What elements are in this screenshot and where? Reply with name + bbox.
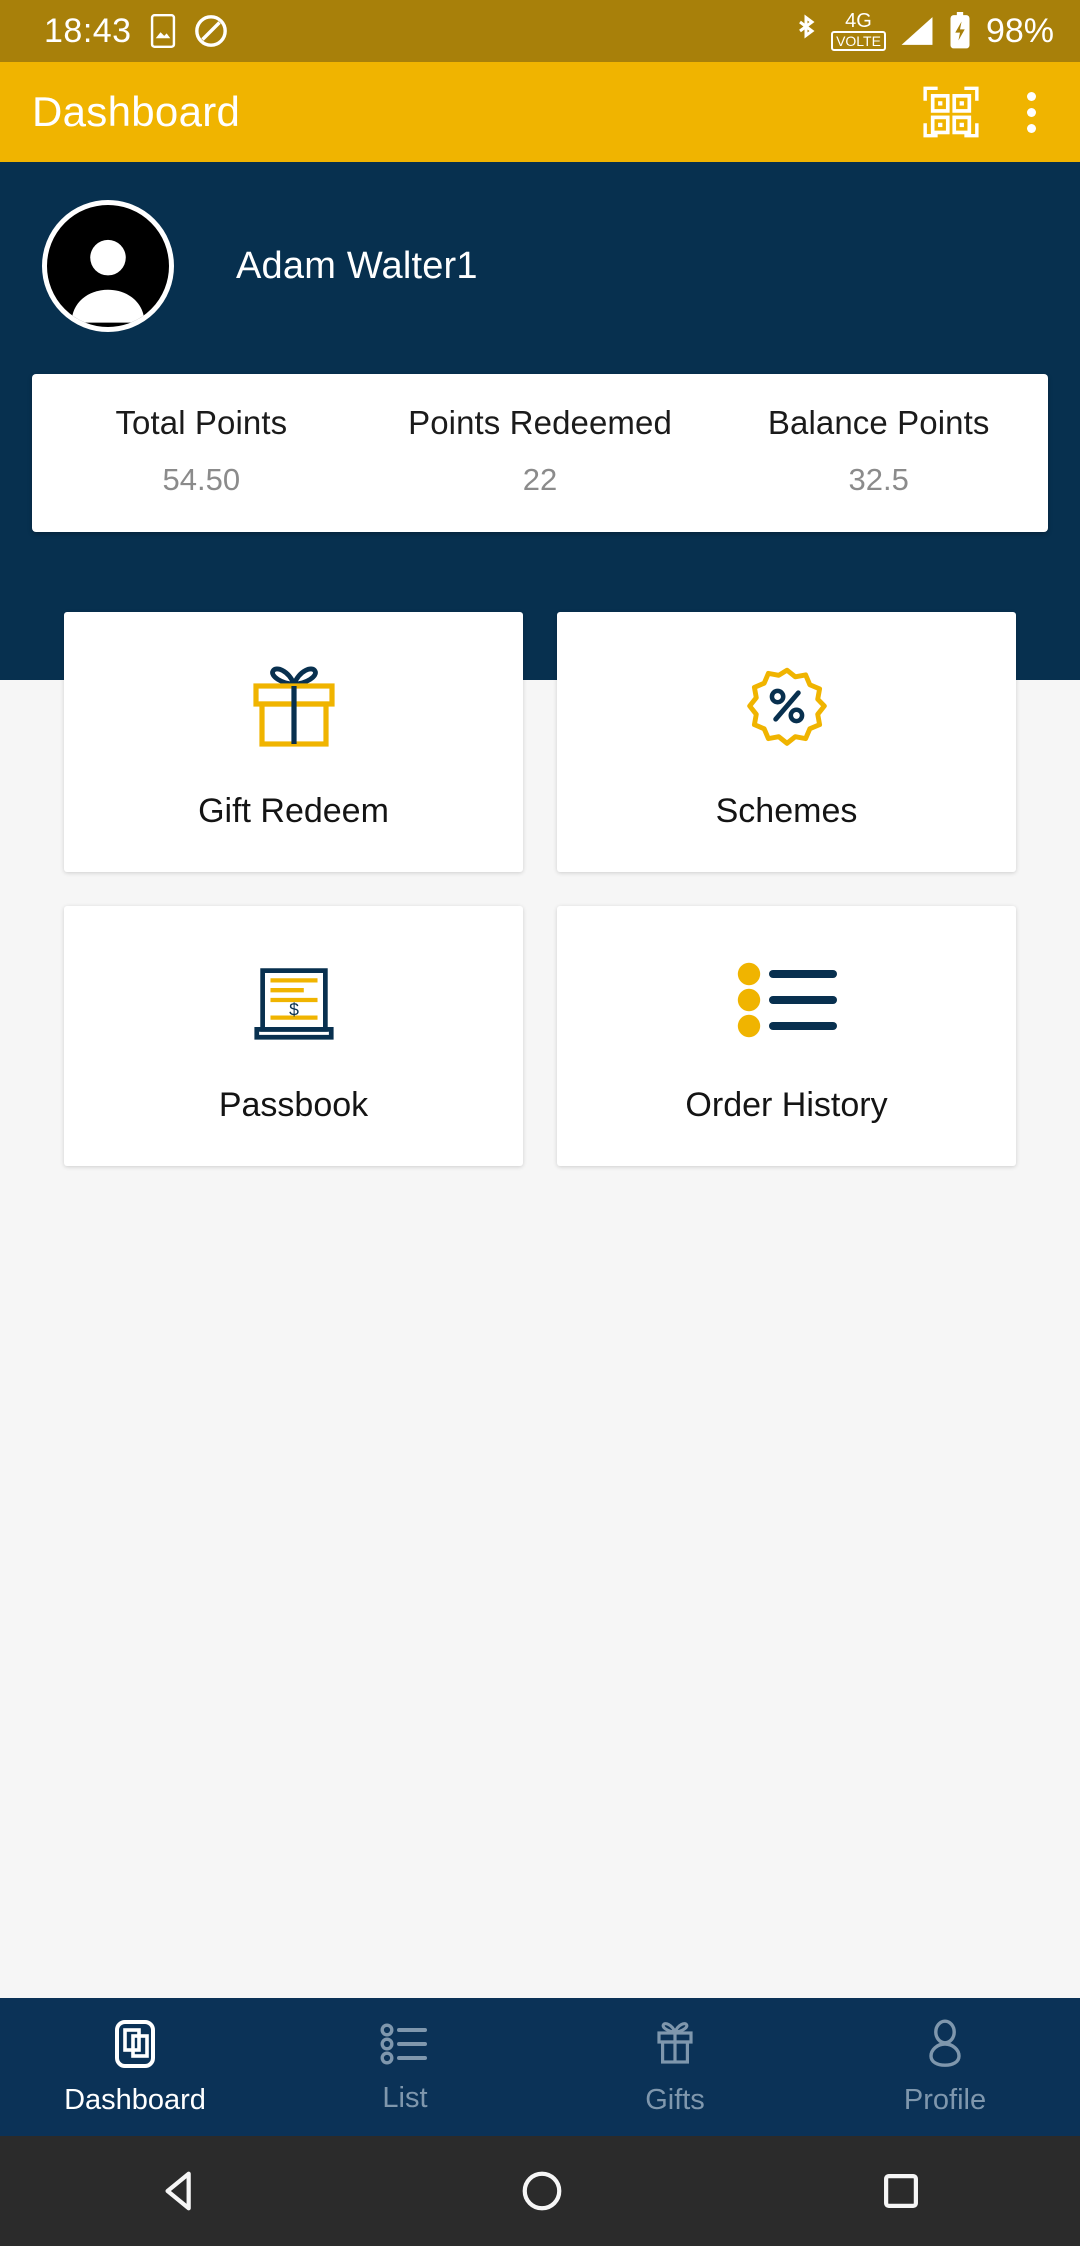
bottom-nav-item-list[interactable]: List: [270, 2020, 540, 2115]
more-vertical-icon[interactable]: [1013, 84, 1050, 141]
tile-grid: Gift Redeem Schemes $ Passbook Order His…: [0, 612, 1080, 1166]
stat-value: 54.50: [162, 462, 241, 497]
tile-label: Schemes: [715, 791, 858, 830]
bottom-nav-label: List: [382, 2081, 428, 2114]
user-avatar-icon: [71, 239, 145, 323]
main-content: Gift Redeem Schemes $ Passbook Order His…: [0, 612, 1080, 1166]
dashboard-icon: [109, 2018, 161, 2070]
tile-gift-redeem[interactable]: Gift Redeem: [64, 612, 523, 872]
profile-row: Adam Walter1: [0, 162, 1080, 332]
bottom-nav-label: Dashboard: [64, 2083, 206, 2116]
bottom-nav-item-profile[interactable]: Profile: [810, 2018, 1080, 2117]
status-bar-clock: 18:43: [44, 11, 132, 50]
page-title: Dashboard: [32, 88, 241, 135]
battery-percent-label: 98%: [985, 11, 1054, 50]
stat-total-points: Total Points 54.50: [32, 404, 371, 498]
square-recents-icon[interactable]: [880, 2170, 922, 2212]
svg-text:$: $: [289, 999, 299, 1019]
order-list-icon: [733, 948, 841, 1052]
tile-label: Order History: [685, 1085, 888, 1124]
status-bar-right: 4G VOLTE 98%: [793, 11, 1054, 51]
bottom-nav-item-gifts[interactable]: Gifts: [540, 2018, 810, 2117]
stat-value: 32.5: [848, 462, 909, 497]
tile-label: Passbook: [218, 1085, 369, 1124]
bluetooth-icon: [793, 13, 819, 49]
bottom-nav-label: Profile: [903, 2083, 987, 2116]
tile-grid-wrapper: Gift Redeem Schemes $ Passbook Order His…: [0, 612, 1080, 1166]
stat-label: Points Redeemed: [408, 404, 672, 441]
user-name: Adam Walter1: [236, 244, 478, 287]
bottom-nav-item-dashboard[interactable]: Dashboard: [0, 2018, 270, 2117]
stat-balance-points: Balance Points 32.5: [709, 404, 1048, 498]
volte-label-bottom: VOLTE: [831, 31, 886, 51]
signal-icon: [898, 14, 936, 48]
avatar[interactable]: [42, 200, 174, 332]
battery-icon: [948, 12, 972, 50]
tile-label: Gift Redeem: [198, 791, 389, 830]
bottom-navigation: Dashboard List Gifts Profile: [0, 1998, 1080, 2136]
bottom-nav-label: Gifts: [645, 2083, 705, 2116]
status-bar: 18:43 4G VOLTE 98%: [0, 0, 1080, 62]
passbook-icon: $: [245, 948, 343, 1052]
tile-schemes[interactable]: Schemes: [557, 612, 1016, 872]
gift-outline-icon: [649, 2018, 701, 2070]
screenshot-icon: [148, 14, 178, 48]
circle-home-icon[interactable]: [519, 2168, 565, 2214]
stat-value: 22: [522, 462, 558, 497]
gift-icon: [242, 654, 346, 758]
tile-passbook[interactable]: $ Passbook: [64, 906, 523, 1166]
do-not-disturb-icon: [194, 14, 228, 48]
discount-badge-icon: [738, 654, 836, 758]
app-bar-actions: [923, 84, 1050, 141]
volte-icon: 4G VOLTE: [831, 11, 886, 51]
stat-label: Balance Points: [767, 404, 990, 441]
person-outline-icon: [919, 2018, 971, 2070]
profile-hero: Adam Walter1 Total Points 54.50 Points R…: [0, 162, 1080, 680]
stat-points-redeemed: Points Redeemed 22: [371, 404, 710, 498]
list-icon: [379, 2020, 431, 2068]
stat-label: Total Points: [115, 404, 288, 441]
tile-order-history[interactable]: Order History: [557, 906, 1016, 1166]
android-navigation-bar: [0, 2136, 1080, 2246]
volte-label-top: 4G: [845, 10, 872, 32]
points-summary-card: Total Points 54.50 Points Redeemed 22 Ba…: [32, 374, 1048, 532]
qr-scanner-icon[interactable]: [923, 84, 979, 140]
triangle-back-icon[interactable]: [158, 2168, 204, 2214]
app-bar: Dashboard: [0, 62, 1080, 162]
status-bar-left: 18:43: [44, 12, 228, 51]
